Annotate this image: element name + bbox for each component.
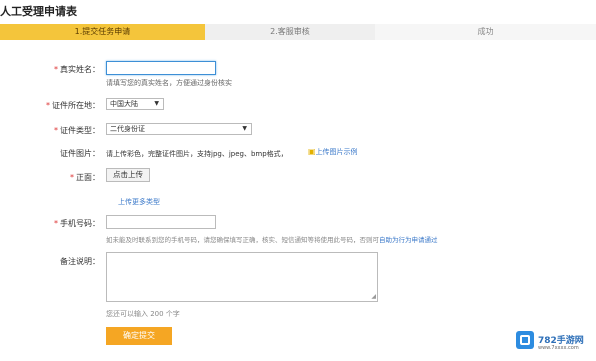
id-region-label: * 证件所在地：	[46, 101, 100, 110]
image-icon: ▣	[308, 147, 316, 156]
required-marker: *	[54, 65, 58, 74]
required-marker: *	[54, 126, 58, 135]
upload-more-link[interactable]: 上传更多类型	[118, 197, 160, 207]
step-review: 2.客服审核	[205, 24, 383, 40]
id-photo-desc: 请上传彩色，完整证件图片，支持jpg、jpeg、bmp格式，	[106, 150, 288, 158]
upload-button[interactable]: 点击上传	[106, 168, 150, 182]
required-marker: *	[46, 101, 50, 110]
required-marker: *	[70, 173, 74, 182]
step-progress-bar: 1.提交任务申请 2.客服审核 成功	[0, 24, 596, 40]
required-marker: *	[54, 219, 58, 228]
brand-logo-icon	[516, 331, 534, 349]
id-region-select[interactable]: 中国大陆 ▼	[106, 98, 164, 110]
step-submit: 1.提交任务申请	[0, 24, 213, 40]
watermark-url: www.7xxxx.com	[538, 345, 579, 351]
id-photo-label: 证件图片：	[60, 149, 100, 158]
site-watermark: 782手游网 www.7xxxx.com	[516, 327, 588, 357]
chevron-down-icon: ▼	[242, 125, 247, 132]
real-name-hint: 请填写您的真实姓名，方便通过身份核实	[106, 79, 232, 87]
remark-textarea[interactable]: ◢	[106, 252, 378, 302]
submit-button[interactable]: 确定提交	[106, 327, 172, 345]
phone-input[interactable]	[106, 215, 216, 229]
remark-label: 备注说明：	[60, 257, 100, 266]
real-name-label: * 真实姓名：	[54, 65, 100, 74]
id-type-select[interactable]: 二代身份证 ▼	[106, 123, 252, 135]
id-type-label: * 证件类型：	[54, 126, 100, 135]
page-title: 人工受理申请表	[0, 5, 77, 18]
step-success: 成功	[375, 24, 596, 40]
sample-link[interactable]: ▣上传图片示例	[308, 147, 358, 157]
front-label: * 正面：	[70, 173, 100, 182]
phone-hint: 如未能及时联系到您的手机号码，请您确保填写正确，核实、短信通知等将使用此号码，否…	[106, 236, 438, 244]
self-service-link[interactable]: 自助为行为申请通过	[379, 236, 438, 244]
remark-counter: 您还可以输入 200 个字	[106, 310, 180, 318]
real-name-input[interactable]	[106, 61, 216, 75]
chevron-down-icon: ▼	[154, 100, 159, 107]
resize-grip-icon[interactable]: ◢	[371, 293, 376, 300]
phone-label: * 手机号码：	[54, 219, 100, 228]
